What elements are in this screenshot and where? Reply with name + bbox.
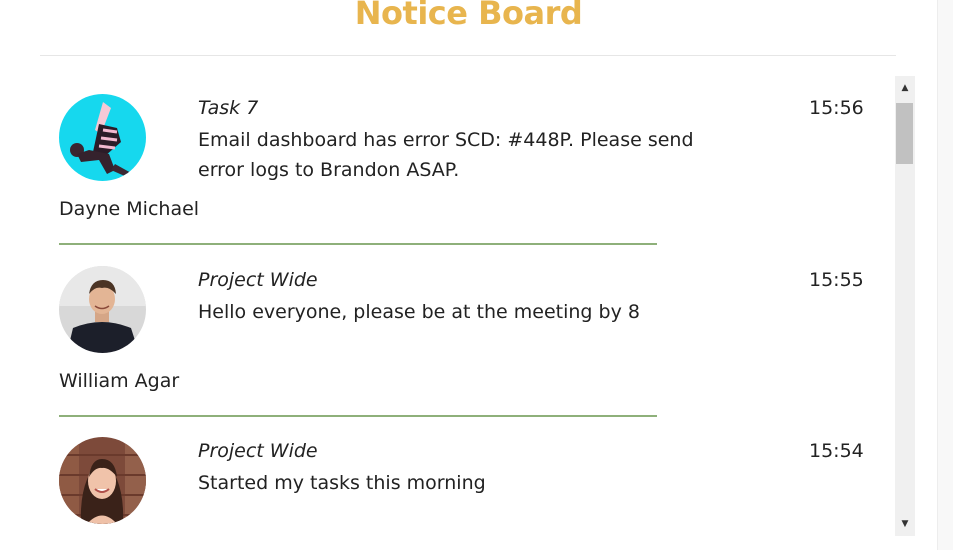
- post-time: 15:54: [809, 440, 864, 462]
- post-time: 15:56: [809, 97, 864, 119]
- notice-feed[interactable]: Task 7 Email dashboard has error SCD: #4…: [0, 76, 895, 536]
- scroll-down-icon[interactable]: ▼: [895, 514, 915, 534]
- title-divider: [40, 55, 896, 56]
- window-edge: [937, 0, 953, 550]
- page-title: Notice Board: [354, 0, 583, 32]
- post-author: William Agar: [59, 370, 180, 392]
- avatar[interactable]: [59, 94, 146, 181]
- person-portrait-icon: [59, 266, 146, 353]
- avatar[interactable]: [59, 266, 146, 353]
- scroll-thumb[interactable]: [896, 103, 913, 164]
- post-tag: Project Wide: [198, 440, 318, 462]
- person-dancing-icon: [59, 94, 146, 181]
- post-message: Started my tasks this morning: [198, 472, 486, 494]
- post-tag: Project Wide: [198, 269, 318, 291]
- scroll-up-icon[interactable]: ▲: [895, 78, 915, 98]
- post-divider: [59, 415, 657, 417]
- post-divider: [59, 243, 657, 245]
- post-message: Email dashboard has error SCD: #448P. Pl…: [198, 129, 694, 181]
- post-author: Dayne Michael: [59, 198, 200, 220]
- post-time: 15:55: [809, 269, 864, 291]
- post-message: Hello everyone, please be at the meeting…: [198, 301, 640, 323]
- feed-scrollbar[interactable]: ▲ ▼: [895, 76, 915, 536]
- post-tag: Task 7: [198, 97, 259, 119]
- avatar[interactable]: [59, 437, 146, 524]
- person-portrait-icon: [59, 437, 146, 524]
